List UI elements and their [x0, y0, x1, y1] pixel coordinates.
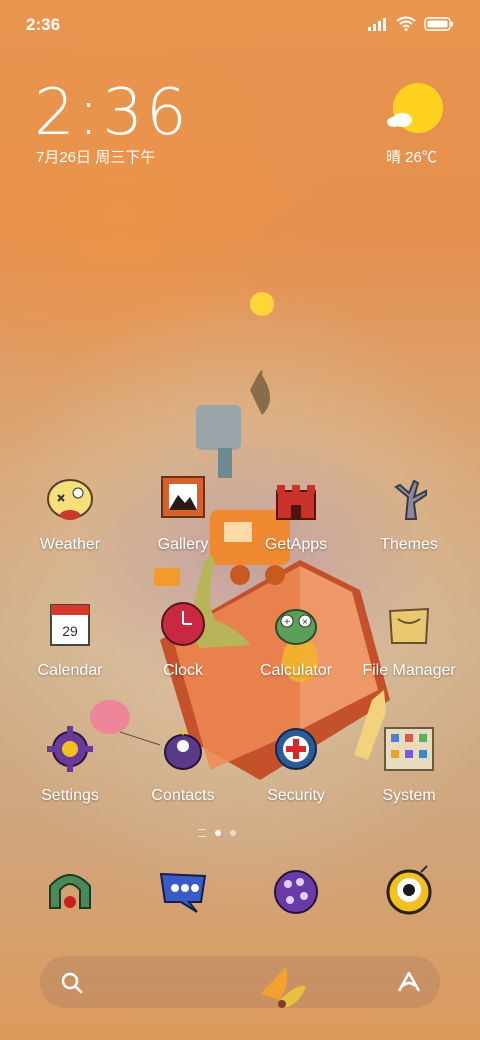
calendar-page-icon: 29: [38, 594, 102, 654]
app-label: Contacts: [151, 787, 215, 804]
castle-icon: [264, 468, 328, 528]
status-icons: [368, 16, 454, 31]
dock-phone[interactable]: [10, 862, 130, 932]
app-themes[interactable]: Themes: [349, 468, 469, 578]
toy-gun-illustration: [196, 370, 270, 478]
page-dot[interactable]: [230, 830, 236, 836]
app-contacts[interactable]: Contacts: [123, 719, 243, 829]
search-bar[interactable]: [40, 956, 440, 1008]
app-label: Calculator: [259, 662, 333, 679]
page-indicator[interactable]: [198, 829, 236, 837]
app-label: Security: [267, 787, 325, 804]
app-label: File Manager: [362, 662, 456, 679]
app-getapps[interactable]: GetApps: [236, 468, 356, 578]
app-calculator[interactable]: + × Calculator: [236, 594, 356, 704]
app-label: Clock: [162, 662, 203, 679]
status-bar: 2:36: [0, 0, 480, 50]
svg-text:+: +: [284, 617, 290, 628]
svg-text:29: 29: [62, 623, 78, 639]
page-indicator-list[interactable]: [198, 829, 206, 837]
paper-bag-icon: [377, 594, 441, 654]
app-gallery[interactable]: Gallery: [123, 468, 243, 578]
app-label: Weather: [39, 536, 101, 553]
app-label: GetApps: [264, 536, 328, 553]
app-file-manager[interactable]: File Manager: [349, 594, 469, 704]
page-dot-current[interactable]: [215, 830, 221, 836]
leaf-decoration-icon: [260, 966, 306, 1008]
bird-weather-icon: [38, 468, 102, 528]
app-label: Themes: [380, 536, 438, 553]
app-settings[interactable]: Settings: [10, 719, 130, 829]
map-grid-icon: [377, 719, 441, 779]
wifi-icon: [396, 16, 416, 31]
purple-monster-icon: [151, 719, 215, 779]
duck-illustration: [250, 292, 274, 316]
red-clock-icon: [151, 594, 215, 654]
clock-widget-time[interactable]: 2:36: [34, 76, 190, 150]
picture-frame-icon: [151, 468, 215, 528]
dock-messages[interactable]: [123, 862, 243, 932]
app-label: Calendar: [37, 662, 103, 679]
svg-text:×: ×: [302, 617, 308, 628]
battery-icon: [424, 16, 453, 31]
dead-tree-icon: [377, 468, 441, 528]
cellular-signal-icon: [368, 17, 386, 31]
app-security[interactable]: Security: [236, 719, 356, 829]
status-time: 2:36: [26, 15, 61, 34]
purple-gear-icon: [38, 719, 102, 779]
app-system[interactable]: System: [349, 719, 469, 829]
weather-text[interactable]: 晴 26℃: [386, 146, 437, 167]
app-label: System: [382, 787, 436, 804]
dock-browser[interactable]: [236, 862, 356, 932]
dock-camera[interactable]: [349, 862, 469, 932]
clock-widget-date: 7月26日 周三下午: [36, 149, 156, 166]
frog-calculator-icon: + ×: [264, 594, 328, 654]
assistant-icon[interactable]: [396, 970, 422, 994]
browser-ball-icon: [274, 870, 318, 914]
search-icon[interactable]: [60, 971, 84, 995]
phone-arch-icon: [49, 874, 91, 909]
camera-eye-icon: [386, 865, 432, 915]
message-bubble-icon: [159, 872, 207, 913]
app-label: Settings: [41, 787, 99, 804]
app-weather[interactable]: Weather: [10, 468, 130, 578]
app-calendar[interactable]: 29 Calendar: [10, 594, 130, 704]
sunny-weather-icon[interactable]: [384, 82, 446, 138]
app-label: Gallery: [157, 536, 209, 553]
red-cross-shield-icon: [264, 719, 328, 779]
app-clock[interactable]: Clock: [123, 594, 243, 704]
